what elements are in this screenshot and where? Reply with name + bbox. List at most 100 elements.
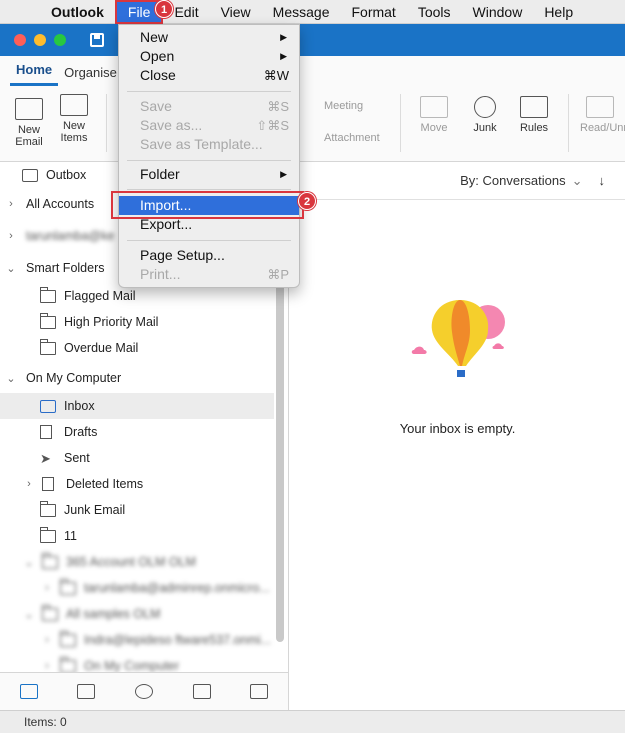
folder-deleted-items[interactable]: › Deleted Items [0, 471, 274, 497]
meeting-button[interactable]: Meeting [304, 100, 374, 112]
people-icon[interactable] [134, 684, 153, 699]
menu-item-close[interactable]: Close ⌘W [119, 66, 299, 85]
chevron-right-icon[interactable]: › [22, 478, 36, 490]
ribbon-toolbar: New Email New Items Meeting Attachment M… [0, 86, 625, 162]
folder-junk-email[interactable]: Junk Email [0, 497, 274, 523]
menu-item-open-label: Open [140, 48, 175, 64]
folder-deleted-label: Deleted Items [66, 477, 144, 491]
on-my-computer-group[interactable]: ⌄ On My Computer [0, 365, 274, 391]
account-email-label: tarunlamba@ke [26, 229, 115, 243]
message-list-pane: By: Conversations ⌄ ↓ Your inbox is empt… [290, 162, 625, 710]
menu-item-close-label: Close [140, 67, 176, 83]
read-unread-button[interactable]: Read/Unread [580, 96, 625, 134]
calendar-icon[interactable] [77, 684, 96, 699]
chevron-down-icon[interactable]: ⌄ [22, 608, 36, 621]
menu-separator [127, 189, 291, 190]
folder-high-priority[interactable]: High Priority Mail [0, 309, 274, 335]
chevron-right-icon[interactable]: › [4, 198, 18, 210]
new-email-label: New Email [15, 124, 43, 148]
chevron-right-icon[interactable]: › [4, 230, 18, 242]
module-switcher [0, 672, 289, 710]
new-items-icon [60, 94, 88, 116]
folder-drafts-label: Drafts [64, 425, 98, 439]
folder-overdue[interactable]: Overdue Mail [0, 335, 274, 361]
chevron-down-icon[interactable]: ⌄ [4, 262, 18, 275]
menu-item-page-setup[interactable]: Page Setup... [119, 246, 299, 265]
read-unread-label: Read/Unread [580, 122, 625, 134]
new-email-button[interactable]: New Email [12, 98, 46, 148]
folder-blurred-1[interactable]: ⌄ 365 Account OLM OLM [0, 549, 274, 575]
menu-help[interactable]: Help [533, 0, 584, 24]
folder-blurred-1-label: 365 Account OLM OLM [66, 555, 196, 569]
outbox-icon [22, 168, 38, 182]
folder-icon [40, 286, 56, 303]
junk-button[interactable]: Junk [465, 96, 505, 134]
close-shortcut: ⌘W [263, 68, 289, 83]
step-badge-2: 2 [298, 192, 316, 210]
zoom-window-button[interactable] [54, 34, 66, 46]
menu-item-save: Save ⌘S [119, 97, 299, 116]
save-shortcut: ⌘S [267, 99, 289, 114]
rules-button[interactable]: Rules [514, 96, 554, 134]
folder-11-label: 11 [64, 529, 77, 543]
tab-organise[interactable]: Organise [58, 65, 123, 86]
minimize-window-button[interactable] [34, 34, 46, 46]
move-button[interactable]: Move [414, 96, 454, 134]
folder-flagged-label: Flagged Mail [64, 289, 136, 303]
menu-view[interactable]: View [210, 0, 262, 24]
close-window-button[interactable] [14, 34, 26, 46]
folder-11[interactable]: 11 [0, 523, 274, 549]
sort-dropdown[interactable]: By: Conversations [460, 173, 566, 188]
print-shortcut: ⌘P [267, 267, 289, 282]
sent-icon: ➤ [40, 450, 51, 466]
menu-format[interactable]: Format [340, 0, 406, 24]
folder-sent-label: Sent [64, 451, 90, 465]
menu-message[interactable]: Message [262, 0, 341, 24]
new-items-button[interactable]: New Items [54, 94, 94, 144]
meeting-label: Meeting [324, 100, 364, 112]
save-icon[interactable] [90, 33, 104, 47]
notes-icon[interactable] [250, 684, 269, 699]
ribbon-tabs: Home Organise [0, 56, 625, 86]
menu-item-save-as-label: Save as... [140, 117, 203, 133]
folder-inbox[interactable]: Inbox [0, 393, 274, 419]
menu-item-open[interactable]: Open ▶ [119, 47, 299, 66]
folder-icon [42, 604, 58, 621]
menu-window[interactable]: Window [462, 0, 534, 24]
chevron-down-icon[interactable]: ⌄ [22, 556, 36, 569]
tab-home[interactable]: Home [10, 62, 59, 86]
chevron-down-icon[interactable]: ⌄ [572, 173, 583, 189]
chevron-right-icon[interactable]: › [40, 660, 54, 672]
junk-folder-icon [40, 500, 56, 517]
folder-blurred-4[interactable]: › Indra@lepideso ftware537.onmi... [0, 627, 274, 653]
empty-inbox-message: Your inbox is empty. [399, 421, 516, 436]
menu-tools[interactable]: Tools [407, 0, 462, 24]
folder-blurred-2[interactable]: › tarunlamba@adminrep.onmicro... [0, 575, 274, 601]
folder-drafts[interactable]: Drafts [0, 419, 274, 445]
attachment-label: Attachment [324, 132, 380, 144]
folder-icon [40, 526, 56, 543]
window-titlebar [0, 24, 625, 56]
chevron-right-icon[interactable]: › [40, 634, 54, 646]
trash-icon [42, 477, 54, 491]
mail-icon[interactable] [19, 684, 38, 699]
attachment-button[interactable]: Attachment [304, 132, 388, 144]
menu-item-folder[interactable]: Folder ▶ [119, 165, 299, 184]
folder-blurred-5[interactable]: › On My Computer [0, 653, 274, 672]
menu-item-new[interactable]: New ▶ [119, 28, 299, 47]
chevron-right-icon[interactable]: › [40, 582, 54, 594]
on-my-computer-label: On My Computer [26, 371, 122, 385]
tasks-icon[interactable] [192, 684, 211, 699]
folder-overdue-label: Overdue Mail [64, 341, 139, 355]
menu-app-outlook[interactable]: Outlook [40, 0, 115, 24]
menu-item-print: Print... ⌘P [119, 265, 299, 284]
chevron-down-icon[interactable]: ⌄ [4, 372, 18, 385]
sidebar-scrollbar[interactable] [276, 262, 284, 642]
folder-blurred-3[interactable]: ⌄ All samples OLM [0, 601, 274, 627]
folder-sent[interactable]: ➤ Sent [0, 445, 274, 471]
ribbon-divider [400, 94, 401, 152]
ribbon-divider [106, 94, 107, 152]
sort-bar: By: Conversations ⌄ ↓ [290, 162, 625, 200]
sort-direction-icon[interactable]: ↓ [599, 173, 606, 188]
file-menu-dropdown: New ▶ Open ▶ Close ⌘W Save ⌘S Save as...… [118, 24, 300, 288]
